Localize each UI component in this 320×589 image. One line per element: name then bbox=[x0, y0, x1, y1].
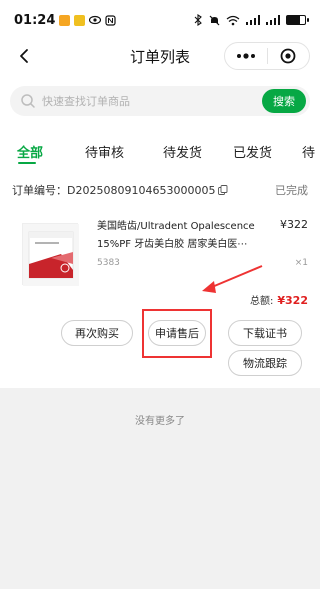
total-value: ¥322 bbox=[277, 294, 308, 307]
product-box-image bbox=[23, 224, 79, 286]
product-image[interactable] bbox=[22, 223, 79, 286]
eye-icon bbox=[89, 15, 102, 25]
battery-icon bbox=[286, 15, 309, 25]
search-input[interactable] bbox=[42, 94, 222, 108]
signal-icon-2 bbox=[266, 15, 280, 25]
search-bar: 搜索 bbox=[10, 86, 310, 116]
notification-app-icon-2 bbox=[74, 14, 86, 26]
miniprogram-capsule bbox=[224, 42, 310, 70]
status-bar-left: 01:24 bbox=[14, 13, 116, 28]
order-number-label: 订单编号： bbox=[12, 184, 67, 197]
order-status: 已完成 bbox=[275, 184, 308, 197]
nfc-icon bbox=[105, 14, 116, 26]
chevron-left-icon bbox=[20, 49, 28, 63]
notification-app-icon bbox=[59, 14, 71, 26]
product-title-line2: 15%PF 牙齿美白胶 居家美白医⋯ bbox=[97, 239, 248, 250]
tab-pending-review[interactable]: 待审核 bbox=[85, 142, 124, 161]
no-more-text: 没有更多了 bbox=[135, 416, 185, 427]
status-bar-right bbox=[193, 14, 309, 26]
tab-all[interactable]: 全部 bbox=[17, 142, 43, 161]
search-icon bbox=[21, 94, 35, 108]
total-label: 总额: bbox=[250, 296, 274, 307]
product-quantity: ×1 bbox=[294, 258, 308, 268]
tab-pending-shipment[interactable]: 待发货 bbox=[163, 142, 202, 161]
annotation-highlight-box bbox=[142, 309, 212, 358]
more-button[interactable] bbox=[225, 43, 267, 69]
copy-icon[interactable] bbox=[218, 185, 228, 195]
bluetooth-icon bbox=[194, 14, 202, 26]
product-sku: 5383 bbox=[97, 258, 120, 268]
tab-shipped[interactable]: 已发货 bbox=[233, 142, 272, 161]
order-number-value: D20250809104653000005 bbox=[67, 183, 216, 197]
product-price: ¥322 bbox=[280, 218, 308, 231]
order-number: 订单编号： D20250809104653000005 bbox=[12, 182, 228, 198]
close-miniprogram-button[interactable] bbox=[268, 43, 310, 69]
page-title: 订单列表 bbox=[129, 47, 190, 66]
back-button[interactable] bbox=[12, 44, 36, 68]
tab-more[interactable]: 待 bbox=[302, 142, 315, 161]
download-certificate-button[interactable]: 下载证书 bbox=[228, 320, 302, 346]
mute-icon bbox=[209, 15, 220, 25]
target-close-icon bbox=[280, 48, 296, 64]
order-header: 订单编号： D20250809104653000005 已完成 bbox=[12, 182, 308, 198]
search-button[interactable]: 搜索 bbox=[262, 89, 306, 113]
order-tabs: 全部 待审核 待发货 已发货 待 bbox=[0, 138, 320, 166]
wifi-icon bbox=[226, 15, 240, 25]
status-bar: 01:24 bbox=[0, 0, 320, 40]
rebuy-button[interactable]: 再次购买 bbox=[61, 320, 133, 346]
track-logistics-button[interactable]: 物流跟踪 bbox=[228, 350, 302, 376]
order-total: 总额: ¥322 bbox=[250, 292, 308, 307]
product-title-line1: 美国皓齿/Ultradent Opalescence bbox=[97, 221, 255, 232]
active-tab-indicator bbox=[18, 162, 36, 164]
more-dots-icon bbox=[236, 53, 255, 59]
signal-icon bbox=[246, 15, 260, 25]
status-time: 01:24 bbox=[14, 12, 56, 28]
product-title[interactable]: 美国皓齿/Ultradent Opalescence 15%PF 牙齿美白胶 居… bbox=[97, 218, 273, 254]
nav-bar: 订单列表 bbox=[0, 40, 320, 72]
